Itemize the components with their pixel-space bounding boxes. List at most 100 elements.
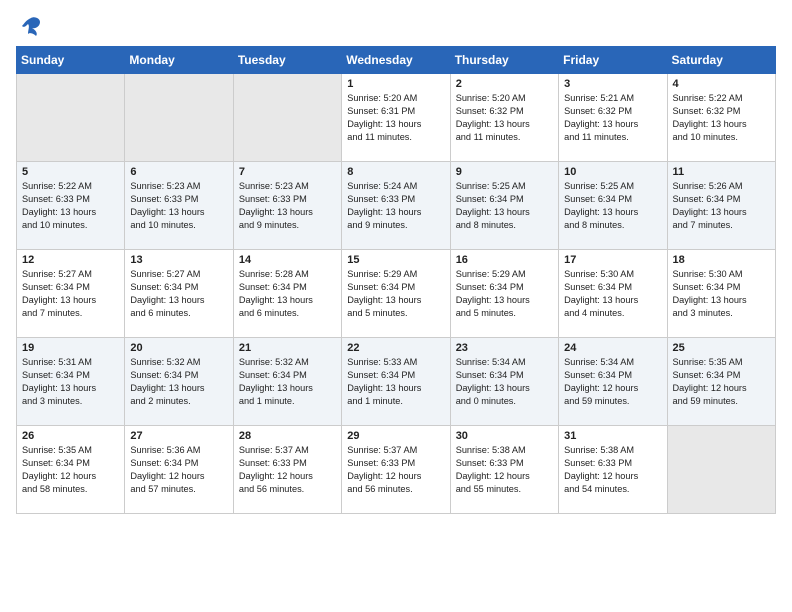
day-info: Sunrise: 5:32 AM Sunset: 6:34 PM Dayligh… <box>130 356 227 408</box>
weekday-header-saturday: Saturday <box>667 47 775 74</box>
day-info: Sunrise: 5:35 AM Sunset: 6:34 PM Dayligh… <box>673 356 770 408</box>
calendar-cell: 7 Sunrise: 5:23 AM Sunset: 6:33 PM Daylig… <box>233 162 341 250</box>
day-number: 17 <box>564 254 661 266</box>
day-info: Sunrise: 5:33 AM Sunset: 6:34 PM Dayligh… <box>347 356 444 408</box>
day-number: 13 <box>130 254 227 266</box>
calendar-cell <box>17 74 125 162</box>
day-info: Sunrise: 5:20 AM Sunset: 6:32 PM Dayligh… <box>456 92 553 144</box>
calendar-cell: 18Sunrise: 5:30 AM Sunset: 6:34 PM Dayli… <box>667 250 775 338</box>
day-info: Sunrise: 5:22 AM Sunset: 6:32 PM Dayligh… <box>673 92 770 144</box>
day-info: Sunrise: 5:28 AM Sunset: 6:34 PM Dayligh… <box>239 268 336 320</box>
day-number: 7 <box>239 166 336 178</box>
day-info: Sunrise: 5:24 AM Sunset: 6:33 PM Dayligh… <box>347 180 444 232</box>
calendar-cell: 28 Sunrise: 5:37 AM Sunset: 6:33 PM Dayli… <box>233 426 341 514</box>
calendar-cell: 11Sunrise: 5:26 AM Sunset: 6:34 PM Dayli… <box>667 162 775 250</box>
weekday-header-row: SundayMondayTuesdayWednesdayThursdayFrid… <box>17 47 776 74</box>
day-info: Sunrise: 5:35 AM Sunset: 6:34 PM Dayligh… <box>22 444 119 496</box>
calendar-week-row: 26 Sunrise: 5:35 AM Sunset: 6:34 PM Dayli… <box>17 426 776 514</box>
calendar-cell: 14 Sunrise: 5:28 AM Sunset: 6:34 PM Dayli… <box>233 250 341 338</box>
calendar-cell: 19 Sunrise: 5:31 AM Sunset: 6:34 PM Dayli… <box>17 338 125 426</box>
day-info: Sunrise: 5:38 AM Sunset: 6:33 PM Dayligh… <box>456 444 553 496</box>
day-info: Sunrise: 5:21 AM Sunset: 6:32 PM Dayligh… <box>564 92 661 144</box>
day-number: 3 <box>564 78 661 90</box>
calendar-week-row: 12 Sunrise: 5:27 AM Sunset: 6:34 PM Dayli… <box>17 250 776 338</box>
day-info: Sunrise: 5:32 AM Sunset: 6:34 PM Dayligh… <box>239 356 336 408</box>
calendar-cell: 9 Sunrise: 5:25 AM Sunset: 6:34 PM Daylig… <box>450 162 558 250</box>
day-number: 4 <box>673 78 770 90</box>
calendar-cell: 29Sunrise: 5:37 AM Sunset: 6:33 PM Dayli… <box>342 426 450 514</box>
day-info: Sunrise: 5:34 AM Sunset: 6:34 PM Dayligh… <box>456 356 553 408</box>
calendar-week-row: 1Sunrise: 5:20 AM Sunset: 6:31 PM Daylig… <box>17 74 776 162</box>
day-info: Sunrise: 5:20 AM Sunset: 6:31 PM Dayligh… <box>347 92 444 144</box>
calendar-table: SundayMondayTuesdayWednesdayThursdayFrid… <box>16 46 776 514</box>
calendar-cell: 13Sunrise: 5:27 AM Sunset: 6:34 PM Dayli… <box>125 250 233 338</box>
day-number: 27 <box>130 430 227 442</box>
calendar-cell <box>667 426 775 514</box>
day-info: Sunrise: 5:36 AM Sunset: 6:34 PM Dayligh… <box>130 444 227 496</box>
calendar-cell: 20 Sunrise: 5:32 AM Sunset: 6:34 PM Dayli… <box>125 338 233 426</box>
day-number: 5 <box>22 166 119 178</box>
weekday-header-friday: Friday <box>559 47 667 74</box>
calendar-cell: 10 Sunrise: 5:25 AM Sunset: 6:34 PM Dayli… <box>559 162 667 250</box>
calendar-cell: 30 Sunrise: 5:38 AM Sunset: 6:33 PM Dayli… <box>450 426 558 514</box>
day-info: Sunrise: 5:25 AM Sunset: 6:34 PM Dayligh… <box>456 180 553 232</box>
calendar-cell: 26 Sunrise: 5:35 AM Sunset: 6:34 PM Dayli… <box>17 426 125 514</box>
day-info: Sunrise: 5:37 AM Sunset: 6:33 PM Dayligh… <box>239 444 336 496</box>
day-info: Sunrise: 5:29 AM Sunset: 6:34 PM Dayligh… <box>347 268 444 320</box>
day-info: Sunrise: 5:34 AM Sunset: 6:34 PM Dayligh… <box>564 356 661 408</box>
calendar-cell: 8 Sunrise: 5:24 AM Sunset: 6:33 PM Daylig… <box>342 162 450 250</box>
calendar-cell: 25 Sunrise: 5:35 AM Sunset: 6:34 PM Dayli… <box>667 338 775 426</box>
day-number: 25 <box>673 342 770 354</box>
day-info: Sunrise: 5:38 AM Sunset: 6:33 PM Dayligh… <box>564 444 661 496</box>
day-number: 8 <box>347 166 444 178</box>
day-number: 26 <box>22 430 119 442</box>
calendar-cell: 31 Sunrise: 5:38 AM Sunset: 6:33 PM Dayli… <box>559 426 667 514</box>
day-number: 20 <box>130 342 227 354</box>
calendar-week-row: 19 Sunrise: 5:31 AM Sunset: 6:34 PM Dayli… <box>17 338 776 426</box>
day-info: Sunrise: 5:23 AM Sunset: 6:33 PM Dayligh… <box>239 180 336 232</box>
day-number: 15 <box>347 254 444 266</box>
day-number: 28 <box>239 430 336 442</box>
day-number: 10 <box>564 166 661 178</box>
day-number: 19 <box>22 342 119 354</box>
calendar-cell <box>233 74 341 162</box>
day-number: 29 <box>347 430 444 442</box>
day-number: 31 <box>564 430 661 442</box>
day-number: 22 <box>347 342 444 354</box>
calendar-cell: 15 Sunrise: 5:29 AM Sunset: 6:34 PM Dayli… <box>342 250 450 338</box>
day-info: Sunrise: 5:31 AM Sunset: 6:34 PM Dayligh… <box>22 356 119 408</box>
day-info: Sunrise: 5:30 AM Sunset: 6:34 PM Dayligh… <box>564 268 661 320</box>
day-info: Sunrise: 5:27 AM Sunset: 6:34 PM Dayligh… <box>22 268 119 320</box>
calendar-cell: 24 Sunrise: 5:34 AM Sunset: 6:34 PM Dayli… <box>559 338 667 426</box>
calendar-cell: 2Sunrise: 5:20 AM Sunset: 6:32 PM Daylig… <box>450 74 558 162</box>
weekday-header-monday: Monday <box>125 47 233 74</box>
calendar-cell: 17 Sunrise: 5:30 AM Sunset: 6:34 PM Dayli… <box>559 250 667 338</box>
day-number: 9 <box>456 166 553 178</box>
calendar-cell: 12 Sunrise: 5:27 AM Sunset: 6:34 PM Dayli… <box>17 250 125 338</box>
weekday-header-tuesday: Tuesday <box>233 47 341 74</box>
weekday-header-wednesday: Wednesday <box>342 47 450 74</box>
day-number: 24 <box>564 342 661 354</box>
day-number: 6 <box>130 166 227 178</box>
day-info: Sunrise: 5:25 AM Sunset: 6:34 PM Dayligh… <box>564 180 661 232</box>
day-info: Sunrise: 5:22 AM Sunset: 6:33 PM Dayligh… <box>22 180 119 232</box>
calendar-cell: 3 Sunrise: 5:21 AM Sunset: 6:32 PM Daylig… <box>559 74 667 162</box>
day-number: 21 <box>239 342 336 354</box>
weekday-header-thursday: Thursday <box>450 47 558 74</box>
calendar-cell <box>125 74 233 162</box>
calendar-cell: 21 Sunrise: 5:32 AM Sunset: 6:34 PM Dayli… <box>233 338 341 426</box>
day-info: Sunrise: 5:30 AM Sunset: 6:34 PM Dayligh… <box>673 268 770 320</box>
day-number: 12 <box>22 254 119 266</box>
logo <box>16 16 44 34</box>
calendar-cell: 22 Sunrise: 5:33 AM Sunset: 6:34 PM Dayli… <box>342 338 450 426</box>
calendar-cell: 6Sunrise: 5:23 AM Sunset: 6:33 PM Daylig… <box>125 162 233 250</box>
day-info: Sunrise: 5:29 AM Sunset: 6:34 PM Dayligh… <box>456 268 553 320</box>
weekday-header-sunday: Sunday <box>17 47 125 74</box>
day-info: Sunrise: 5:26 AM Sunset: 6:34 PM Dayligh… <box>673 180 770 232</box>
day-number: 23 <box>456 342 553 354</box>
day-number: 14 <box>239 254 336 266</box>
day-number: 30 <box>456 430 553 442</box>
calendar-week-row: 5 Sunrise: 5:22 AM Sunset: 6:33 PM Daylig… <box>17 162 776 250</box>
page-header <box>16 16 776 34</box>
calendar-cell: 16Sunrise: 5:29 AM Sunset: 6:34 PM Dayli… <box>450 250 558 338</box>
